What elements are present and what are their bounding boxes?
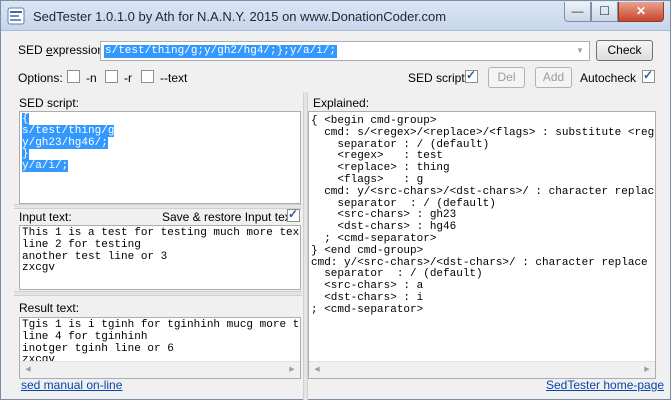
explained-line: <dst-chars> : i — [311, 291, 424, 304]
n-option-label: -n — [86, 71, 97, 85]
maximize-button[interactable]: ☐ — [591, 2, 618, 22]
script-line: { — [22, 113, 29, 125]
explained-line: ; <cmd-separator> — [311, 303, 424, 316]
explained-line: } <end cmd-group> — [311, 244, 424, 257]
window-title: SedTester 1.0.1.0 by Ath for N.A.N.Y. 20… — [33, 9, 447, 24]
minimize-button[interactable]: — — [564, 2, 591, 22]
explained-line: cmd: y/<src-chars>/<dst-chars>/ : charac… — [324, 185, 655, 198]
script-line: } — [22, 148, 29, 161]
input-result-splitter[interactable] — [14, 291, 302, 296]
input-line: line 2 for testing — [22, 238, 141, 251]
explained-text-area[interactable]: { <begin cmd-group> cmd: s/<regex>/<repl… — [308, 111, 656, 379]
script-line: y/gh23/hg46/; — [22, 136, 108, 149]
script-input-splitter[interactable] — [14, 204, 302, 209]
input-text-label: Input text: — [19, 210, 72, 224]
input-line: zxcgv — [22, 262, 56, 275]
scroll-left-icon[interactable]: ◀ — [309, 362, 325, 378]
r-option-label: -r — [124, 71, 132, 85]
close-button[interactable]: ✕ — [618, 2, 664, 22]
input-text-area[interactable]: This 1 is a test for testing much more t… — [19, 225, 301, 290]
sedtester-window: SedTester 1.0.1.0 by Ath for N.A.N.Y. 20… — [0, 0, 671, 400]
save-restore-label: Save & restore Input text — [162, 210, 295, 224]
explained-label: Explained: — [313, 96, 370, 110]
sed-manual-link[interactable]: sed manual on-line — [21, 378, 122, 392]
n-option-checkbox[interactable] — [67, 70, 80, 83]
save-restore-checkbox[interactable] — [287, 207, 300, 222]
r-option-checkbox[interactable] — [105, 70, 118, 83]
autocheck-checkbox[interactable] — [642, 68, 655, 83]
sed-script-label: SED script: — [19, 96, 80, 110]
expression-label: SED expression: — [18, 43, 108, 57]
sed-script-checkbox[interactable] — [465, 68, 478, 83]
explained-line: ; <cmd-separator> — [311, 232, 437, 245]
text-option-label: --text — [160, 71, 188, 85]
result-text-label: Result text: — [19, 301, 80, 315]
sedtester-homepage-link[interactable]: SedTester home-page — [546, 378, 664, 392]
result-horizontal-scrollbar[interactable]: ◀ ▶ — [20, 361, 300, 378]
check-button[interactable]: Check — [596, 40, 653, 61]
explained-line: <flags> : g — [311, 173, 424, 186]
autocheck-label: Autocheck — [580, 71, 637, 85]
add-button[interactable]: Add — [535, 67, 572, 88]
options-label: Options: — [18, 71, 63, 85]
scroll-left-icon[interactable]: ◀ — [20, 362, 36, 378]
scroll-right-icon[interactable]: ▶ — [284, 362, 300, 378]
sed-script-editor[interactable]: { s/test/thing/g y/gh23/hg46/; } y/a/i/; — [19, 111, 301, 204]
result-line: line 4 for tginhinh — [22, 330, 148, 343]
text-option-checkbox[interactable] — [141, 70, 154, 83]
input-line: another test line or 3 — [22, 250, 168, 263]
explained-horizontal-scrollbar[interactable]: ◀ ▶ — [309, 361, 655, 378]
sed-script-option-label: SED script — [408, 71, 465, 85]
chevron-down-icon[interactable]: ▼ — [572, 43, 588, 59]
explained-line: cmd: s/<regex>/<replace>/<flags> : subst… — [324, 126, 655, 139]
app-icon — [7, 7, 25, 25]
expression-combobox[interactable]: s/test/thing/g;y/gh2/hg4/;};y/a/i/; ▼ — [100, 41, 590, 61]
del-button[interactable]: Del — [488, 67, 525, 88]
expression-value: s/test/thing/g;y/gh2/hg4/;};y/a/i/; — [104, 45, 338, 58]
script-line: y/a/i/; — [22, 160, 69, 173]
result-text-area[interactable]: Tgis 1 is i tginh for tginhinh mucg more… — [19, 317, 301, 379]
script-line: s/test/thing/g — [22, 124, 115, 137]
main-client: SED expression: s/test/thing/g;y/gh2/hg4… — [2, 32, 670, 400]
result-line: inotger tginh line or 6 — [22, 342, 174, 355]
scroll-right-icon[interactable]: ▶ — [639, 362, 655, 378]
title-bar[interactable]: SedTester 1.0.1.0 by Ath for N.A.N.Y. 20… — [1, 1, 670, 31]
